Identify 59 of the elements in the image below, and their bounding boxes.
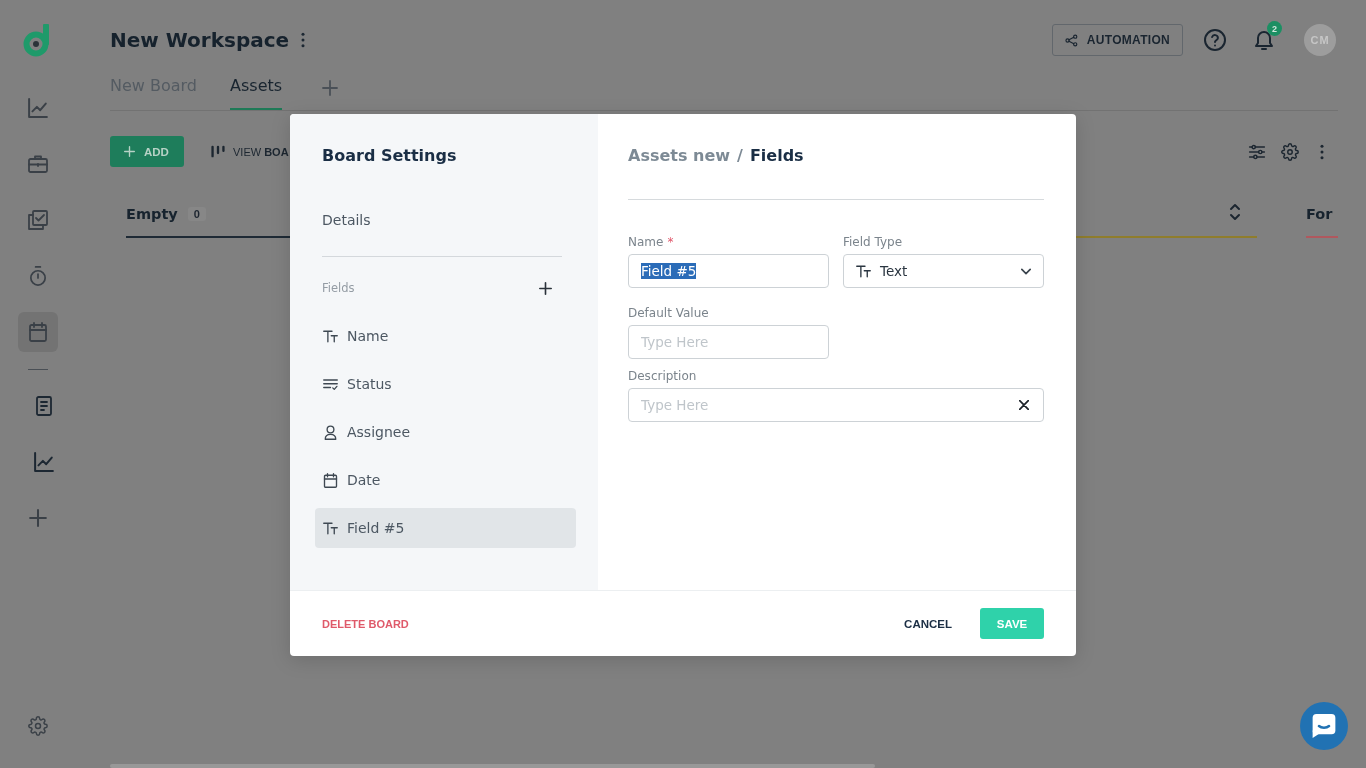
more-icon[interactable]	[301, 32, 306, 48]
text-type-icon	[856, 263, 871, 279]
name-input[interactable]: Field #5	[628, 254, 829, 288]
chat-bubble-icon	[1312, 714, 1336, 738]
field-item[interactable]: Date	[315, 460, 576, 500]
details-item[interactable]: Details	[322, 210, 371, 230]
default-value-input[interactable]: Type Here	[628, 325, 829, 359]
column-title: Empty	[126, 206, 178, 222]
breadcrumb-current: Fields	[749, 145, 804, 167]
text-type-icon	[323, 520, 338, 536]
calendar-icon	[28, 322, 48, 342]
settings-icon[interactable]	[1281, 142, 1299, 161]
delete-board-button[interactable]: DELETE BOARD	[322, 617, 409, 630]
field-label: Field Type	[843, 234, 903, 250]
fields-heading: Fields	[322, 280, 355, 297]
field-item[interactable]: Name	[315, 316, 576, 356]
sliders-icon[interactable]	[1248, 142, 1266, 161]
field-item[interactable]: Field #5	[315, 508, 576, 548]
stacked-checkbox-icon	[28, 210, 48, 230]
calendar-icon	[323, 472, 338, 488]
text-type-icon	[323, 328, 338, 344]
chevron-up-down-icon[interactable]	[1229, 203, 1241, 221]
cancel-button[interactable]: CANCEL	[904, 617, 952, 630]
list-check-icon	[323, 376, 338, 392]
field-label: Default Value	[628, 305, 709, 321]
chevron-down-icon	[1021, 267, 1031, 275]
field-type-select[interactable]: Text	[843, 254, 1044, 288]
breadcrumb-separator: /	[737, 145, 743, 167]
plus-icon[interactable]	[539, 281, 552, 295]
settings-icon[interactable]	[28, 716, 48, 736]
briefcase-icon	[28, 154, 48, 174]
bar-columns-icon	[211, 145, 225, 158]
workspace-title: New Workspace	[110, 28, 290, 52]
notification-badge: 2	[1267, 21, 1282, 36]
add-button[interactable]: ADD	[110, 136, 184, 167]
line-chart-icon	[34, 452, 54, 472]
line-chart-icon	[28, 98, 48, 118]
field-label: Description	[628, 368, 697, 384]
field-item[interactable]: Status	[315, 364, 576, 404]
breadcrumb-parent[interactable]: Assets new	[628, 144, 731, 168]
automation-button[interactable]: AUTOMATION	[1052, 24, 1183, 56]
required-mark: *	[667, 234, 674, 250]
field-label: Name	[628, 234, 664, 250]
more-icon[interactable]	[1320, 143, 1324, 160]
view-board-button[interactable]: VIEW BOA	[206, 136, 289, 167]
rail-item[interactable]	[18, 312, 58, 352]
description-input[interactable]: Type Here	[628, 388, 1044, 422]
connected-nodes-icon	[1065, 32, 1078, 48]
document-icon	[34, 396, 54, 416]
plus-icon	[124, 146, 135, 157]
tab[interactable]: Assets	[230, 66, 283, 110]
column-count: 0	[187, 207, 206, 221]
column-title: For	[1306, 206, 1333, 222]
stopwatch-icon	[28, 266, 48, 286]
person-icon	[323, 424, 338, 440]
field-item[interactable]: Assignee	[315, 412, 576, 452]
close-icon[interactable]	[1019, 400, 1029, 410]
help-icon[interactable]	[1204, 29, 1226, 51]
dialog-title: Board Settings	[322, 145, 457, 167]
